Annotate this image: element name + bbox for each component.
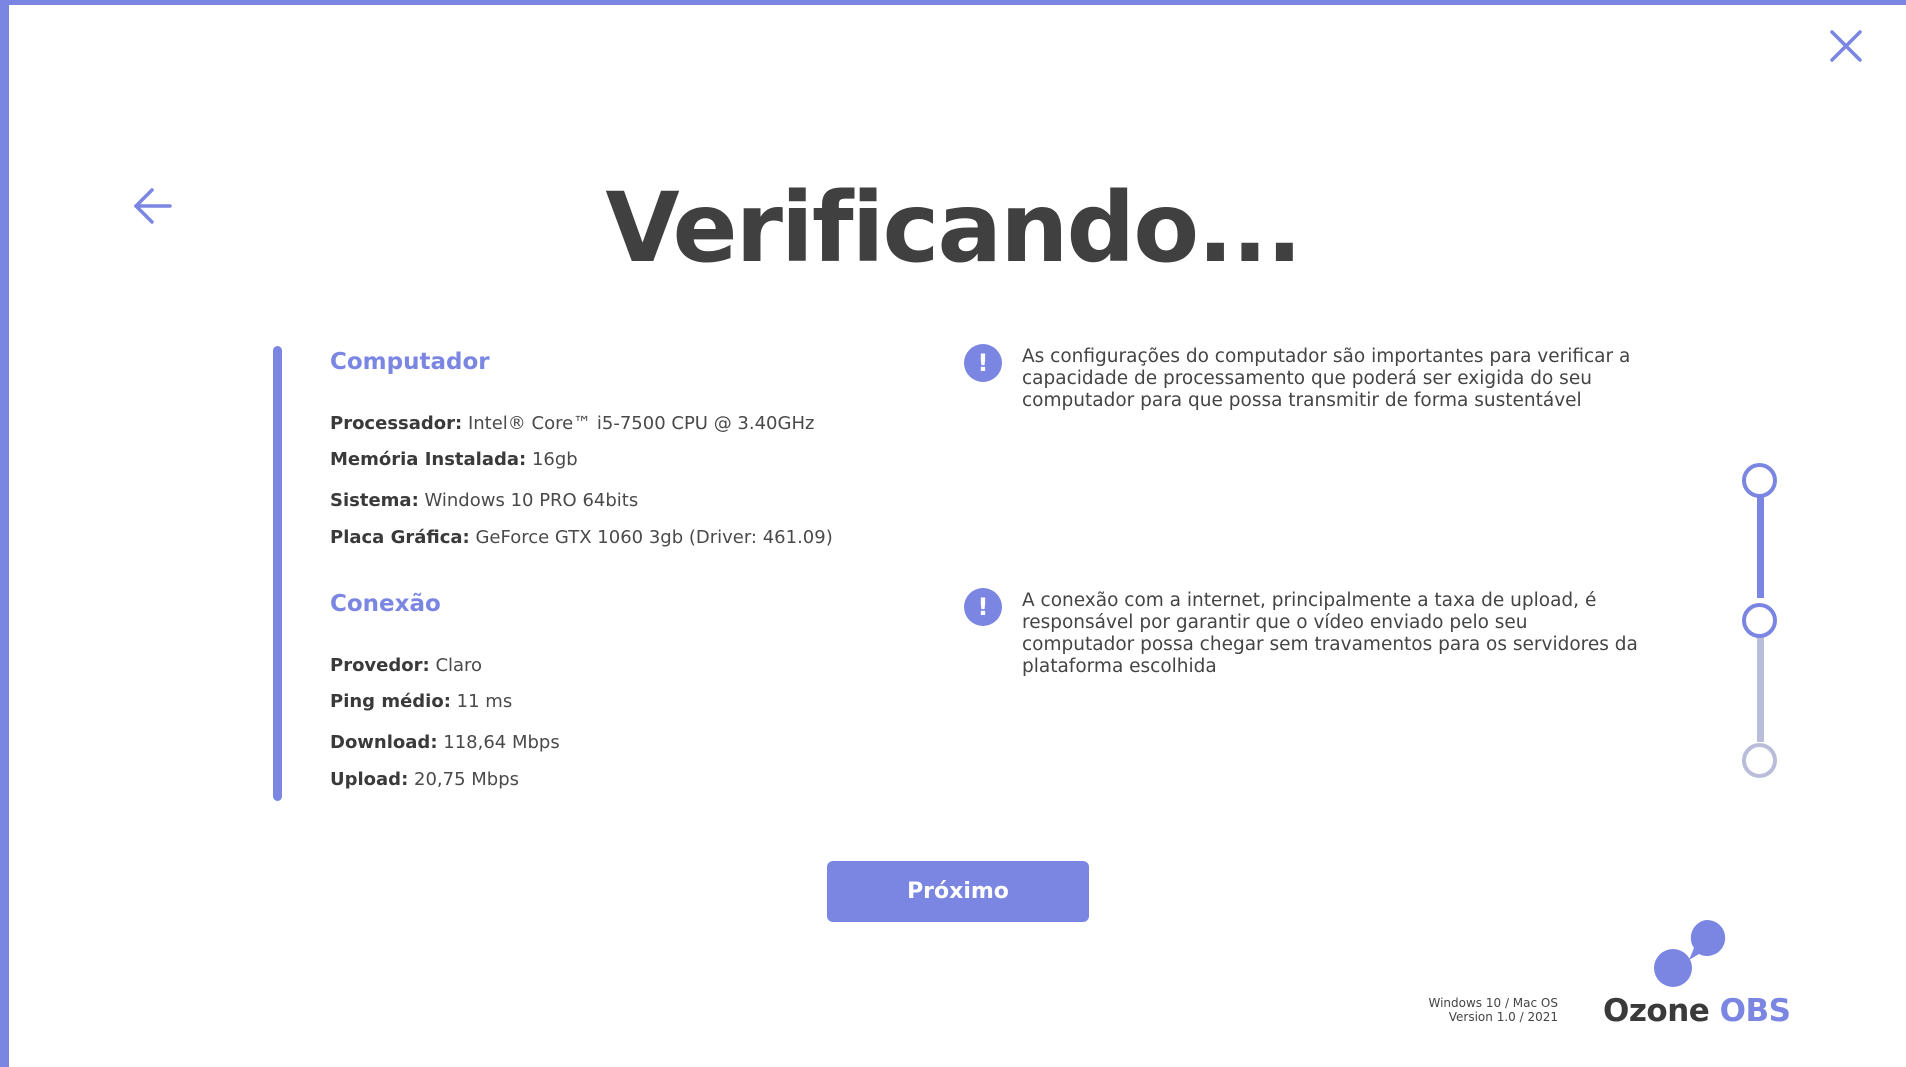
stepper-line-pending (1757, 624, 1764, 742)
spec-label: Sistema: (330, 490, 419, 511)
spec-processor: Processador: Intel® Core™ i5-7500 CPU @ … (330, 413, 814, 434)
page-title: Verificando... (605, 172, 1302, 284)
info-alert-icon: ! (964, 588, 1002, 626)
spec-value: Windows 10 PRO 64bits (424, 490, 639, 511)
spec-value: 20,75 Mbps (414, 769, 520, 790)
spec-label: Provedor: (330, 655, 430, 676)
window-left-border (0, 0, 9, 1067)
spec-download: Download: 118,64 Mbps (330, 732, 560, 753)
brand-logo: Ozone OBS (1603, 993, 1791, 1029)
spec-value: 11 ms (456, 691, 513, 712)
section-divider-line (273, 346, 282, 801)
brand-accent: OBS (1719, 993, 1791, 1029)
spec-label: Ping médio: (330, 691, 451, 712)
info-alert-icon: ! (964, 344, 1002, 382)
spec-value: 16gb (531, 449, 578, 470)
spec-ping: Ping médio: 11 ms (330, 691, 512, 712)
ozone-logo-icon (1654, 919, 1726, 987)
spec-label: Processador: (330, 413, 463, 434)
computer-section-title: Computador (330, 349, 490, 375)
spec-label: Placa Gráfica: (330, 527, 470, 548)
spec-value: Claro (435, 655, 483, 676)
stepper-step-2 (1742, 603, 1777, 638)
stepper-line-completed (1757, 482, 1764, 598)
brand-main: Ozone (1603, 993, 1710, 1029)
spec-label: Memória Instalada: (330, 449, 527, 470)
spec-memory: Memória Instalada: 16gb (330, 449, 578, 470)
platform-text: Windows 10 / Mac OS (1428, 996, 1558, 1010)
stepper-step-3 (1742, 743, 1777, 778)
stepper-step-1 (1742, 463, 1777, 498)
spec-provider: Provedor: Claro (330, 655, 482, 676)
close-button[interactable] (1826, 26, 1866, 66)
progress-stepper (1740, 460, 1780, 780)
spec-value: 118,64 Mbps (443, 732, 560, 753)
spec-value: GeForce GTX 1060 3gb (Driver: 461.09) (475, 527, 833, 548)
spec-graphics-card: Placa Gráfica: GeForce GTX 1060 3gb (Dri… (330, 527, 833, 548)
spec-upload: Upload: 20,75 Mbps (330, 769, 519, 790)
next-button[interactable]: Próximo (827, 861, 1089, 922)
computer-info-text: As configurações do computador são impor… (1022, 346, 1631, 411)
close-icon (1830, 30, 1862, 62)
spec-system: Sistema: Windows 10 PRO 64bits (330, 490, 638, 511)
version-text: Version 1.0 / 2021 (1448, 1010, 1558, 1024)
connection-section-title: Conexão (330, 591, 441, 617)
app-window: Verificando... Computador Processador: I… (0, 0, 1906, 1067)
version-info: Windows 10 / Mac OS Version 1.0 / 2021 (1380, 996, 1558, 1024)
spec-label: Upload: (330, 769, 409, 790)
connection-info-text: A conexão com a internet, principalmente… (1022, 590, 1638, 677)
window-top-border (0, 0, 1906, 5)
spec-label: Download: (330, 732, 438, 753)
spec-value: Intel® Core™ i5-7500 CPU @ 3.40GHz (467, 413, 815, 434)
